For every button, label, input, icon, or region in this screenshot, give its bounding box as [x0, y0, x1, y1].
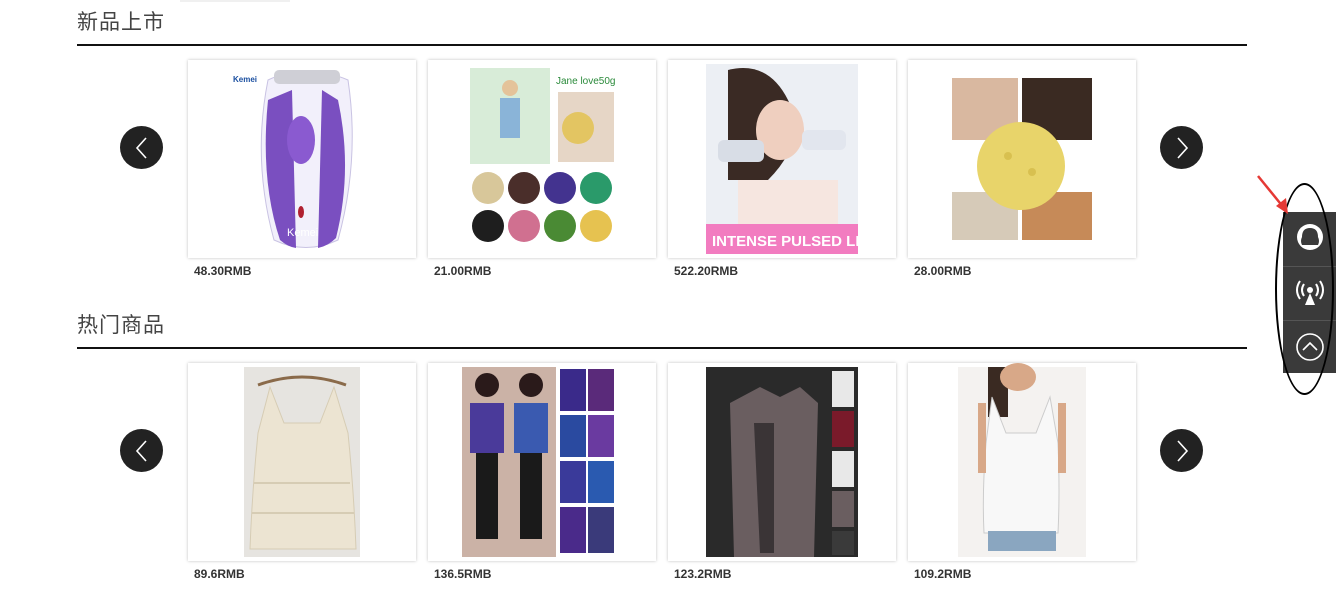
svg-text:INTENSE PULSED LIGHT: INTENSE PULSED LIGHT: [712, 233, 891, 250]
qq-icon: [1296, 224, 1323, 250]
product-image-epilator: Kemei Kemei: [188, 60, 416, 258]
annotation-arrow-icon: [1257, 175, 1288, 214]
product-card[interactable]: Kemei Kemei: [188, 60, 416, 258]
product-image-ipl-device: INTENSE PULSED LIGHT: [668, 60, 896, 258]
product-image-mens-shirt: [668, 363, 896, 561]
chevron-left-icon: [135, 439, 147, 462]
broadcast-button[interactable]: [1283, 266, 1336, 319]
product-image-lace-top: [188, 363, 416, 561]
chevron-right-icon: [1176, 439, 1188, 462]
product-card[interactable]: [188, 363, 416, 561]
carousel-prev-button[interactable]: [120, 429, 163, 472]
product-card[interactable]: [908, 363, 1136, 561]
carousel-next-button[interactable]: [1160, 429, 1203, 472]
brand-logo-text: Kemei: [233, 75, 257, 84]
section-title-hot: 热门商品: [77, 313, 165, 337]
product-image-sheer-tank: [908, 363, 1136, 561]
product-price: 48.30RMB: [194, 264, 252, 278]
chevron-left-icon: [135, 136, 147, 159]
carousel-next-button[interactable]: [1160, 126, 1203, 169]
product-card[interactable]: [428, 363, 656, 561]
svg-text:Kemei: Kemei: [287, 227, 318, 239]
svg-text:Jane love50g: Jane love50g: [556, 76, 616, 87]
chevron-right-icon: [1176, 136, 1188, 159]
product-price: 109.2RMB: [914, 567, 972, 581]
qq-contact-button[interactable]: [1283, 212, 1336, 264]
product-card[interactable]: [668, 363, 896, 561]
product-image-wax-beans: Jane love50g: [428, 60, 656, 258]
product-card[interactable]: Jane love50g: [428, 60, 656, 258]
carousel-prev-button[interactable]: [120, 126, 163, 169]
product-price: 28.00RMB: [914, 264, 972, 278]
section-divider: [77, 44, 1247, 46]
back-to-top-button[interactable]: [1283, 320, 1336, 373]
product-card[interactable]: [908, 60, 1136, 258]
product-price: 89.6RMB: [194, 567, 245, 581]
product-card[interactable]: INTENSE PULSED LIGHT: [668, 60, 896, 258]
hot-products-section: 热门商品 89.6RMB 136.5RMB 123.2RMB 109.2RMB: [77, 303, 1247, 603]
section-title-new: 新品上市: [77, 10, 165, 34]
back-to-top-icon: [1295, 333, 1324, 361]
new-products-section: 新品上市 Kemei Kemei 48.30RMB Jane love50g 2…: [77, 0, 1247, 300]
product-price: 136.5RMB: [434, 567, 492, 581]
product-price: 123.2RMB: [674, 567, 732, 581]
product-image-galaxy-sweatshirt: [428, 363, 656, 561]
product-price: 522.20RMB: [674, 264, 739, 278]
broadcast-icon: [1295, 280, 1324, 305]
floating-toolbar: [1283, 212, 1336, 373]
product-price: 21.00RMB: [434, 264, 492, 278]
product-image-wax-before-after: [908, 60, 1136, 258]
section-divider: [77, 347, 1247, 349]
